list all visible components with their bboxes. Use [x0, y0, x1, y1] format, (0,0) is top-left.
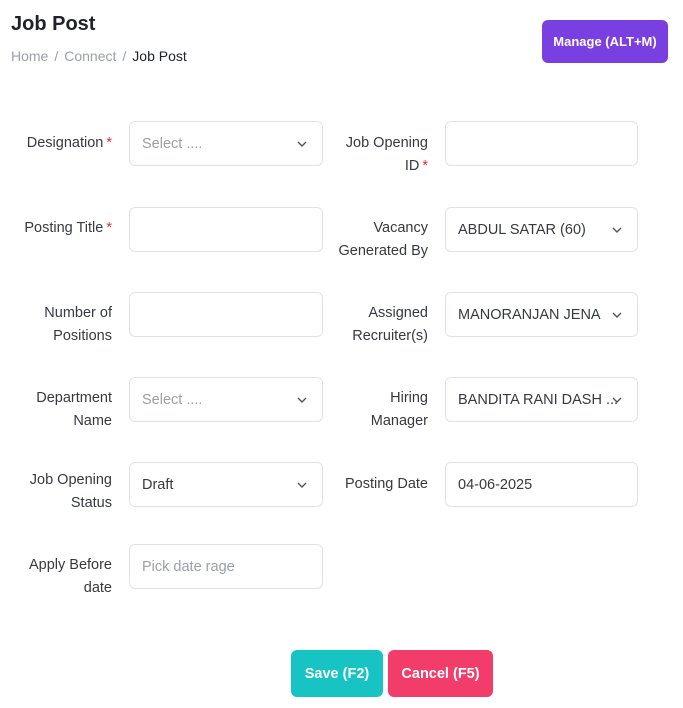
posting-title-label: Posting Title * [24, 220, 112, 236]
hiring-manager-label: Hiring Manager [370, 390, 428, 429]
number-of-positions-input[interactable] [129, 292, 323, 337]
breadcrumb: Home / Connect / Job Post [11, 48, 187, 64]
required-marker: * [106, 135, 112, 151]
required-marker: * [422, 158, 428, 174]
chevron-down-icon [297, 141, 307, 147]
cancel-button[interactable]: Cancel (F5) [388, 650, 493, 697]
posting-date-input[interactable]: 04-06-2025 [445, 462, 638, 507]
breadcrumb-current: Job Post [132, 48, 187, 64]
job-opening-id-input[interactable] [445, 121, 638, 166]
apply-before-date-input[interactable]: Pick date rage [129, 544, 323, 589]
chevron-down-icon [612, 312, 622, 318]
breadcrumb-connect[interactable]: Connect [64, 48, 116, 64]
posting-title-input[interactable] [129, 207, 323, 252]
assigned-recruiters-label: Assigned Recruiter(s) [352, 305, 428, 344]
designation-select[interactable]: Select .... [129, 121, 323, 166]
designation-select-value: Select .... [142, 135, 203, 152]
assigned-recruiters-select[interactable]: MANORANJAN JENA [445, 292, 638, 337]
save-button[interactable]: Save (F2) [291, 650, 383, 697]
vacancy-generated-by-label: Vacancy Generated By [338, 220, 428, 259]
chevron-down-icon [612, 397, 622, 403]
number-of-positions-label: Number of Positions [44, 305, 112, 344]
manage-button[interactable]: Manage (ALT+M) [542, 20, 668, 63]
chevron-down-icon [297, 397, 307, 403]
posting-date-label: Posting Date [344, 476, 428, 492]
job-opening-id-label: Job Opening ID * [345, 135, 428, 174]
page-title: Job Post [11, 13, 96, 35]
department-name-label: Department Name [36, 390, 112, 429]
breadcrumb-separator: / [54, 48, 59, 64]
required-marker: * [106, 220, 112, 236]
designation-label: Designation * [26, 135, 112, 151]
apply-before-date-label: Apply Before date [28, 557, 112, 596]
job-opening-status-label: Job Opening Status [29, 472, 112, 511]
chevron-down-icon [612, 227, 622, 233]
vacancy-generated-by-select[interactable]: ABDUL SATAR (60) [445, 207, 638, 252]
department-name-select[interactable]: Select .... [129, 377, 323, 422]
breadcrumb-home[interactable]: Home [11, 48, 48, 64]
breadcrumb-separator: / [122, 48, 127, 64]
chevron-down-icon [297, 482, 307, 488]
job-opening-status-select[interactable]: Draft [129, 462, 323, 507]
hiring-manager-select[interactable]: BANDITA RANI DASH ... [445, 377, 638, 422]
